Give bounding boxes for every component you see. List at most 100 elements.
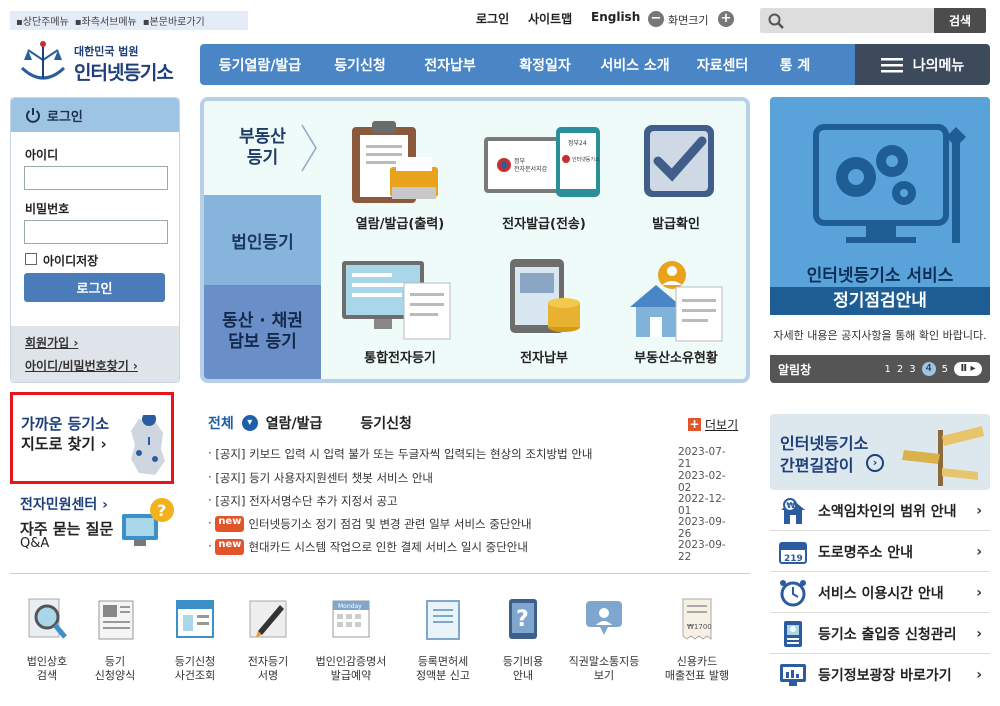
save-id-checkbox[interactable] (25, 253, 37, 265)
map-find-link[interactable]: 가까운 등기소 지도로 찾기 › (10, 392, 174, 484)
quick-label: 등기 신청양식 (94, 655, 136, 682)
service-e-payment[interactable]: 전자납부 (474, 257, 614, 377)
easy-guide-line1: 인터넷등기소 (780, 434, 869, 453)
guide-data-plaza[interactable]: 등기정보광장 바로가기 › (770, 655, 990, 695)
nav-data-center[interactable]: 자료센터 (680, 55, 765, 75)
notice-item-text: 인터넷등기소 정기 점검 및 변경 관련 일부 서비스 중단안내 (248, 517, 532, 531)
house-owner-icon (630, 261, 723, 342)
alarm-label: 알림창 (778, 362, 812, 377)
svg-text:?: ? (157, 501, 166, 520)
tab-corporate[interactable]: 법인등기 (204, 195, 321, 285)
logo-title[interactable]: 인터넷등기소 (74, 58, 174, 85)
guide-label: 서비스 이용시간 안내 (818, 585, 944, 602)
plus-icon: + (688, 417, 701, 431)
quick-case-lookup[interactable]: 등기신청 사건조회 (160, 595, 230, 683)
guide-tenant-range[interactable]: ₩ 소액임차인의 범위 안내 › (770, 491, 990, 531)
newspaper-icon (98, 600, 134, 640)
login-link[interactable]: 로그인 (476, 10, 509, 27)
nav-e-payment[interactable]: 전자납부 (400, 55, 500, 75)
quick-label: 등기비용 안내 (502, 655, 544, 682)
alarm-page-4[interactable]: 4 (921, 362, 936, 376)
alarm-bar: 알림창 1 2 3 4 5 Ⅱ ▸ (770, 355, 990, 383)
more-label: 더보기 (705, 418, 739, 432)
quick-cost-guide[interactable]: ? 등기비용 안내 (488, 595, 558, 683)
zoom-in-button[interactable]: + (718, 11, 734, 27)
e-wallet-icon: 정부 전자문서지갑 정부24 인터넷등기소 (484, 127, 600, 197)
sitemap-link[interactable]: 사이트맵 (528, 10, 572, 27)
guide-access-pass[interactable]: 등기소 출입증 신청관리 › (770, 614, 990, 654)
service-verify[interactable]: 발급확인 (606, 119, 746, 249)
notice-item[interactable]: · [공지] 키보드 입력 시 입력 불가 또는 두글자씩 입력되는 현상의 조… (208, 446, 738, 470)
skip-link-content[interactable]: ▪본문바로가기 (143, 13, 205, 28)
easy-guide-banner[interactable]: 인터넷등기소 간편길잡이 › (770, 414, 990, 490)
notice-item[interactable]: · [공지] 전자서명수단 추가 지정서 공고 2022-12-01 (208, 493, 738, 517)
id-input[interactable] (24, 166, 168, 190)
quick-license-tax[interactable]: 등록면허세 정액분 신고 (405, 595, 481, 683)
check-verify-icon (644, 125, 714, 197)
quick-card-receipt[interactable]: ₩1700 신용카드 매출전표 발행 (656, 595, 738, 683)
alarm-page-1[interactable]: 1 (885, 364, 891, 375)
quick-label: 직권말소통지등 보기 (568, 655, 640, 682)
guide-service-hours[interactable]: 서비스 이용시간 안내 › (770, 573, 990, 613)
nav-statistics[interactable]: 통 계 (765, 55, 825, 75)
login-button[interactable]: 로그인 (24, 273, 165, 302)
notice-tab-all[interactable]: 전체 (208, 413, 234, 433)
login-panel: 로그인 아이디 비밀번호 아이디저장 로그인 회원가입 › 아이디/비밀번호찾기… (10, 97, 180, 383)
nav-apply[interactable]: 등기신청 (320, 55, 400, 75)
chevron-right-icon: › (976, 502, 982, 519)
alarm-pause-next-button[interactable]: Ⅱ ▸ (954, 362, 982, 376)
notice-tab-apply[interactable]: 등기신청 (360, 413, 412, 433)
zoom-out-button[interactable]: − (648, 11, 664, 27)
tab-arrow-icon (301, 124, 317, 172)
skip-link-sub[interactable]: ▪좌측서브메뉴 (75, 13, 137, 28)
alarm-page-5[interactable]: 5 (942, 364, 948, 375)
save-id-label: 아이디저장 (43, 254, 99, 268)
notice-item[interactable]: · [공지] 등기 사용자지원센터 챗봇 서비스 안내 2023-02-02 (208, 470, 738, 494)
quick-e-signature[interactable]: 전자등기 서명 (233, 595, 303, 683)
korea-map-icon (131, 415, 165, 475)
nav-service-intro[interactable]: 서비스 소개 (590, 55, 680, 75)
maintenance-banner[interactable]: 인터넷등기소 서비스 정기점검안내 자세한 내용은 공지사항을 통해 확인 바랍… (770, 97, 990, 383)
quick-corp-name-search[interactable]: 법인상호 검색 (12, 595, 82, 683)
signpost-icon (902, 426, 984, 486)
notice-item[interactable]: · new 현대카드 시스템 작업으로 인한 결제 서비스 일시 중단안내 2023… (208, 539, 738, 563)
banner-desc: 자세한 내용은 공지사항을 통해 확인 바랍니다. (773, 329, 987, 342)
search-button[interactable]: 검색 (934, 8, 986, 33)
svg-text:전자문서지갑: 전자문서지갑 (514, 165, 548, 173)
alarm-page-2[interactable]: 2 (897, 364, 903, 375)
quick-apply-forms[interactable]: 등기 신청양식 (80, 595, 150, 683)
service-e-issue[interactable]: 정부 전자문서지갑 정부24 인터넷등기소 전자발급(전송) (474, 119, 614, 249)
notice-item-text: [공지] 등기 사용자지원센터 챗봇 서비스 안내 (215, 471, 434, 485)
find-account-link[interactable]: 아이디/비밀번호찾기 › (25, 357, 165, 374)
quick-seal-reservation[interactable]: Monday 법인인감증명서 발급예약 (303, 595, 399, 683)
search-input[interactable] (760, 8, 934, 33)
faq-qa-label: Q&A (20, 536, 50, 551)
svg-text:Monday: Monday (338, 603, 362, 610)
password-input[interactable] (24, 220, 168, 244)
notice-tab-view[interactable]: 열람/발급 (266, 413, 323, 433)
service-view-print[interactable]: 열람/발급(출력) (330, 119, 470, 249)
english-link[interactable]: English (591, 10, 640, 24)
more-link[interactable]: + 더보기 (688, 416, 738, 433)
svg-text:인터넷등기소: 인터넷등기소 (572, 156, 600, 163)
banner-title: 인터넷등기소 서비스 (806, 266, 954, 286)
court-logo-icon[interactable] (14, 36, 72, 86)
service-ownership[interactable]: 부동산소유현황 (606, 257, 746, 377)
nav-view-issue[interactable]: 등기열람/발급 (200, 55, 320, 75)
chevron-down-icon: ▾ (241, 415, 258, 431)
my-menu-button[interactable]: 나의메뉴 (855, 44, 990, 85)
svg-text:?: ? (516, 607, 529, 632)
tab-movable[interactable]: 동산 · 채권 담보 등기 (204, 285, 321, 379)
gear-wrench-icon (813, 124, 966, 243)
join-link[interactable]: 회원가입 › (25, 334, 165, 351)
quick-label: 전자등기 서명 (247, 655, 289, 682)
civil-center-link[interactable]: 전자민원센터 › (20, 494, 108, 514)
skip-link-main[interactable]: ▪상단주메뉴 (16, 13, 69, 28)
notice-item[interactable]: · new 인터넷등기소 정기 점검 및 변경 관련 일부 서비스 중단안내 202… (208, 516, 738, 540)
notice-item-text: [공지] 키보드 입력 시 입력 불가 또는 두글자씩 입력되는 현상의 조치방… (215, 447, 593, 461)
nav-fixed-date[interactable]: 확정일자 (500, 55, 590, 75)
service-integrated[interactable]: 통합전자등기 (330, 257, 470, 377)
alarm-page-3[interactable]: 3 (909, 364, 915, 375)
guide-road-address[interactable]: 219 도로명주소 안내 › (770, 532, 990, 572)
quick-cancel-notice[interactable]: 직권말소통지등 보기 (556, 595, 652, 683)
